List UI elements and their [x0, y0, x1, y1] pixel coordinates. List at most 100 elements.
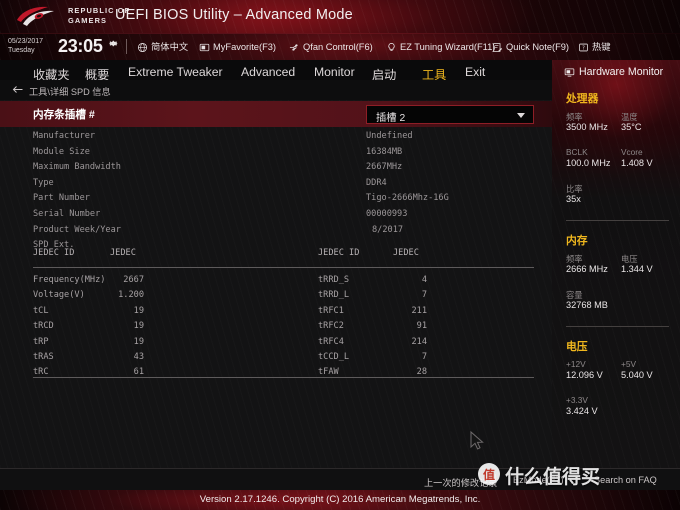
jedec-id-left: tCL — [33, 305, 49, 316]
jedec-id-left: tRCD — [33, 321, 54, 332]
jedec-row: tCL 19 tRFC1 211 — [0, 305, 552, 320]
hardware-monitor-title-text: Hardware Monitor — [579, 66, 664, 78]
jedec-id-left: tRP — [33, 336, 49, 347]
jedec-row: tRCD 19 tRFC2 91 — [0, 320, 552, 335]
main-content: 内存条插槽 # 插槽 2 Manufacturer Undefined Modu… — [0, 100, 552, 510]
app-header: REPUBLIC OF GAMERS UEFI BIOS Utility – A… — [0, 0, 680, 33]
jedec-value-right: 7 — [421, 290, 427, 301]
jedec-header-val-right: JEDEC — [393, 248, 419, 258]
hwmon-section-cpu: 处理器 — [566, 93, 599, 105]
jedec-value-left: 1.200 — [118, 290, 144, 301]
nav-tab-monitor[interactable]: Monitor — [314, 65, 355, 79]
breadcrumb-bar: 工具\详细 SPD 信息 — [0, 80, 552, 100]
hwmon-ratio-value: 35x — [566, 194, 581, 204]
lightbulb-icon — [388, 42, 395, 51]
fan-icon — [289, 44, 298, 51]
datetime-display: 05/23/2017 Tuesday — [8, 37, 43, 55]
jedec-row: Frequency(MHz) 2667 tRRD_S 4 — [0, 274, 552, 289]
dimm-info-key: Serial Number — [33, 208, 101, 219]
jedec-row: tRAS 43 tCCD_L 7 — [0, 351, 552, 366]
dimm-info-value: 16384MB — [366, 146, 403, 157]
jedec-id-right: tRFC2 — [318, 321, 344, 332]
dimm-info-row: Maximum Bandwidth 2667MHz — [0, 161, 552, 177]
jedec-header-id-left: JEDEC ID — [33, 248, 75, 258]
nav-tab-extreme-tweaker[interactable]: Extreme Tweaker — [128, 65, 223, 79]
dimm-info-row: Serial Number 00000993 — [0, 208, 552, 224]
toolbar-label-hotkeys: 热键 — [592, 42, 611, 52]
hwmon-mem-freq-value: 2666 MHz — [566, 264, 608, 274]
jedec-value-left: 19 — [133, 336, 144, 347]
page-title: UEFI BIOS Utility – Advanced Mode — [115, 7, 353, 23]
dimm-info-key: Part Number — [33, 193, 90, 204]
hwmon-5v-value: 5.040 V — [621, 370, 653, 380]
jedec-id-right: tRRD_S — [318, 275, 350, 285]
toolbar-separator — [126, 39, 127, 54]
clock-text: 23:05 — [58, 36, 103, 56]
jedec-value-right: 4 — [421, 275, 427, 285]
toolbar-item-ez-tuning-wizard[interactable]: EZ Tuning Wizard(F11) — [386, 40, 495, 55]
monitor-icon — [564, 67, 575, 77]
gear-icon[interactable] — [108, 38, 119, 49]
jedec-value-left: 61 — [133, 367, 144, 378]
toolbar-item-quick-note[interactable]: Quick Note(F9) — [492, 40, 569, 55]
dimm-info-key: Maximum Bandwidth — [33, 162, 121, 173]
jedec-value-right: 28 — [416, 367, 427, 378]
jedec-id-right: tRFC1 — [318, 305, 344, 316]
jedec-value-right: 7 — [421, 351, 427, 362]
hwmon-33v-value: 3.424 V — [566, 406, 598, 416]
jedec-value-right: 91 — [416, 321, 427, 332]
toolbar-item-myfavorite[interactable]: MyFavorite(F3) — [199, 40, 276, 55]
search-faq-button[interactable]: Search on FAQ — [594, 475, 657, 485]
jedec-footer-divider — [33, 377, 534, 378]
hwmon-5v-label: +5V — [621, 359, 636, 369]
jedec-row: tRC 61 tFAW 28 — [0, 366, 552, 381]
hwmon-mem-volt-value: 1.344 V — [621, 264, 653, 274]
jedec-value-right: 211 — [411, 305, 427, 316]
hwmon-12v-label: +12V — [566, 359, 586, 369]
jedec-id-right: tRRD_L — [318, 290, 350, 301]
svg-text:?: ? — [582, 45, 585, 51]
dimm-info-value: Tigo-2666Mhz-16G — [366, 193, 449, 204]
version-text: Version 2.17.1246. Copyright (C) 2016 Am… — [199, 494, 481, 505]
hwmon-33v-label: +3.3V — [566, 395, 588, 405]
dimm-info-value: DDR4 — [366, 177, 387, 188]
weekday-text: Tuesday — [8, 47, 35, 54]
jedec-header-id-right: JEDEC ID — [318, 248, 360, 258]
date-text: 05/23/2017 — [8, 38, 44, 45]
jedec-table: JEDEC ID JEDEC JEDEC ID JEDEC Frequency(… — [0, 248, 552, 382]
jedec-id-left: Voltage(V) — [33, 290, 85, 301]
dimm-slot-row: 内存条插槽 # 插槽 2 — [0, 101, 552, 127]
dimm-info-value: 2667MHz — [366, 162, 403, 173]
hwmon-bclk-label: BCLK — [566, 147, 588, 157]
watermark-text: 什么值得买 — [505, 467, 601, 488]
jedec-row: Voltage(V) 1.200 tRRD_L 7 — [0, 289, 552, 304]
hwmon-bclk-value: 100.0 MHz — [566, 158, 611, 168]
jedec-value-left: 2667 — [123, 275, 144, 285]
toolbar-item-hotkeys[interactable]: ? 热键 — [578, 40, 611, 55]
breadcrumb: 工具\详细 SPD 信息 — [29, 87, 111, 97]
nav-tab-exit[interactable]: Exit — [465, 65, 485, 79]
jedec-id-left: tRC — [33, 367, 49, 378]
mouse-cursor — [470, 431, 484, 450]
back-arrow-icon[interactable] — [12, 84, 24, 95]
hwmon-section-memory: 内存 — [566, 235, 588, 247]
jedec-id-left: tRAS — [33, 351, 54, 362]
jedec-id-right: tRFC4 — [318, 336, 344, 347]
nav-tab-advanced[interactable]: Advanced — [241, 65, 295, 79]
toolbar-item-language[interactable]: 简体中文 — [137, 40, 188, 55]
dimm-info-value: Undefined — [366, 131, 413, 141]
hwmon-vcore-label: Vcore — [621, 147, 643, 157]
hwmon-cpu-freq-value: 3500 MHz — [566, 122, 608, 132]
dimm-slot-value: 插槽 2 — [376, 113, 406, 124]
watermark-badge: 值 — [478, 463, 500, 485]
dimm-info-row: Manufacturer Undefined — [0, 130, 552, 146]
dimm-info-value: 00000993 — [366, 208, 408, 219]
globe-icon — [137, 42, 148, 53]
dimm-info-row: Type DDR4 — [0, 177, 552, 193]
dimm-info-key: Type — [33, 177, 54, 188]
dimm-info-row: Product Week/Year 8/2017 — [0, 224, 552, 240]
toolbar-label-myfavorite: MyFavorite(F3) — [213, 42, 277, 52]
jedec-value-right: 214 — [411, 336, 427, 347]
dimm-slot-dropdown[interactable]: 插槽 2 — [366, 105, 534, 124]
toolbar-item-qfan-control[interactable]: Qfan Control(F6) — [289, 40, 373, 55]
